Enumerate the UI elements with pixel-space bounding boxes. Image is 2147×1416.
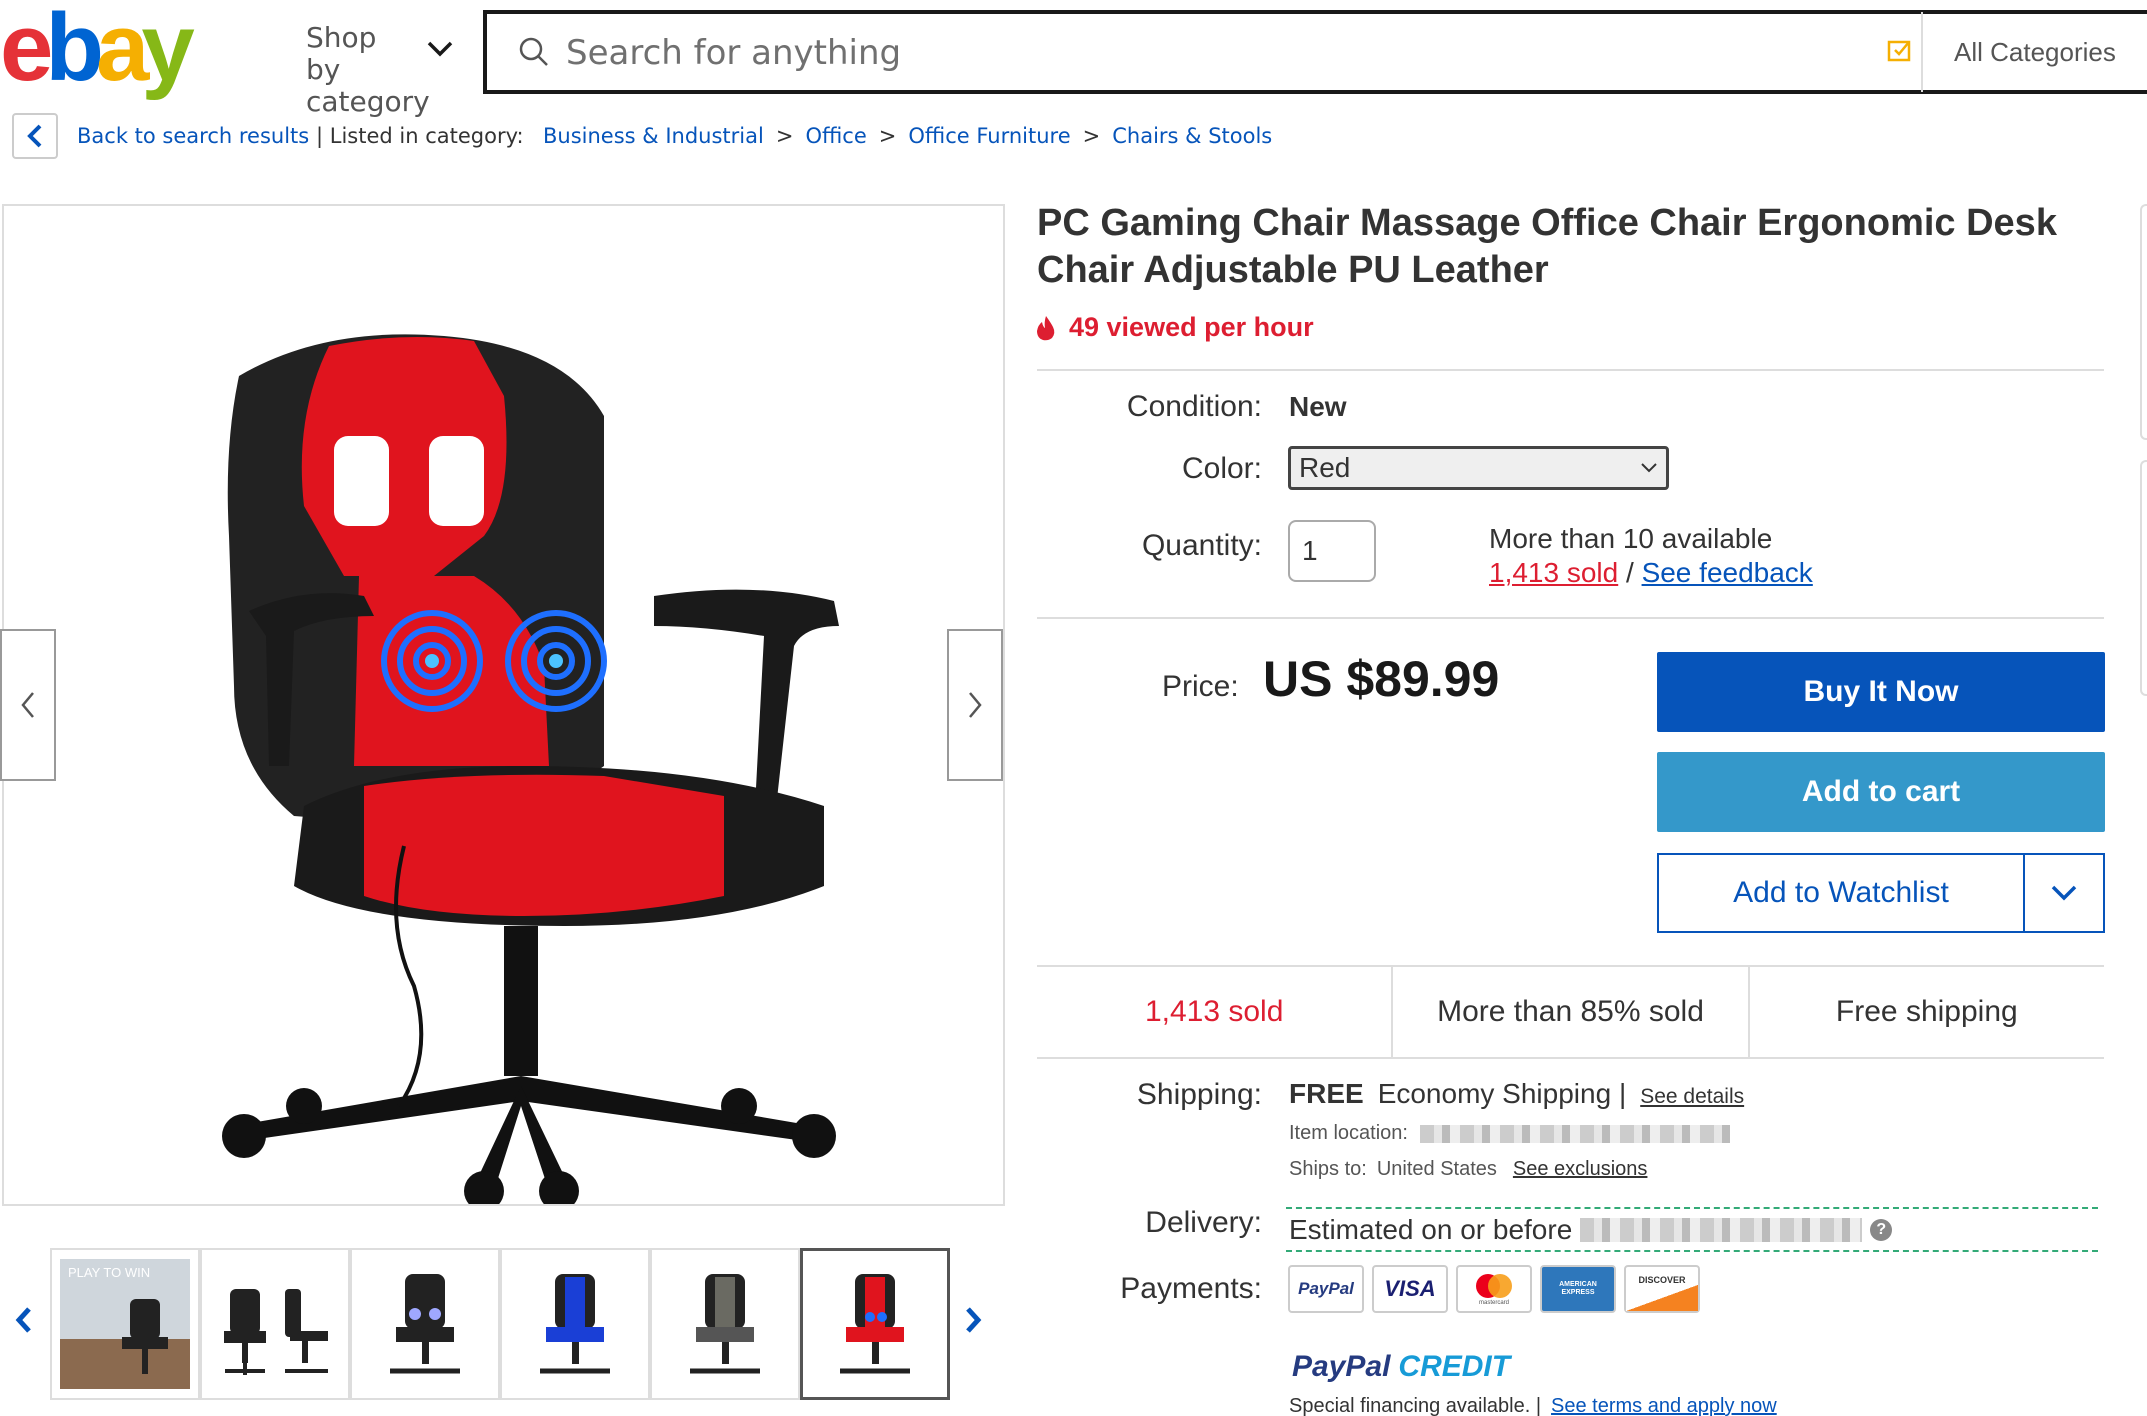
views-text: 49 viewed per hour: [1069, 312, 1314, 342]
side-panel-edge: [2140, 204, 2147, 440]
see-exclusions-link[interactable]: See exclusions: [1513, 1158, 1648, 1181]
amex-card-icon: AMERICAN EXPRESS: [1540, 1265, 1616, 1313]
chevron-down-icon[interactable]: [426, 40, 454, 63]
shipping-free: FREE: [1289, 1078, 1364, 1109]
divider: [1037, 617, 2104, 619]
condition-value: New: [1289, 391, 1347, 422]
chevron-left-icon: [15, 1307, 31, 1333]
listed-in-category-label: | Listed in category:: [316, 124, 524, 148]
breadcrumb-office-furniture[interactable]: Office Furniture: [908, 124, 1070, 148]
main-product-image[interactable]: [2, 204, 1005, 1211]
stat-sold: 1,413 sold: [1037, 967, 1394, 1057]
breadcrumb-separator: >: [1082, 124, 1101, 148]
search-input[interactable]: [566, 28, 1866, 78]
all-categories-select[interactable]: All Categories: [1954, 37, 2116, 68]
thumb-next-button[interactable]: [963, 1305, 983, 1340]
shipping-line: FREE Economy Shipping | See details: [1289, 1078, 1744, 1110]
payments-label: Payments:: [1120, 1272, 1262, 1305]
thumbnail-strip: PLAY TO WIN: [50, 1248, 950, 1400]
buy-it-now-button[interactable]: Buy It Now: [1657, 652, 2105, 732]
watchlist-button-group: Add to Watchlist: [1657, 853, 2105, 933]
thumbnail-blue-chair[interactable]: [500, 1248, 650, 1400]
price-label: Price:: [1162, 670, 1239, 703]
shipping-method: Economy Shipping |: [1377, 1078, 1627, 1109]
thumbnail-dimensions[interactable]: [200, 1248, 350, 1400]
sold-feedback-line: 1,413 sold / See feedback: [1489, 557, 1813, 589]
breadcrumb-business-industrial[interactable]: Business & Industrial: [543, 124, 764, 148]
paypal-card-icon: PayPal: [1288, 1265, 1364, 1313]
breadcrumb-separator: >: [775, 124, 794, 148]
breadcrumb-office[interactable]: Office: [805, 124, 866, 148]
thumbnail-red-chair[interactable]: [800, 1248, 950, 1400]
quantity-label: Quantity:: [1141, 529, 1262, 562]
stat-percent-sold: More than 85% sold: [1393, 967, 1750, 1057]
ships-to-label: Ships to:: [1289, 1158, 1367, 1180]
add-to-watchlist-button[interactable]: Add to Watchlist: [1659, 855, 2025, 931]
back-to-search-link[interactable]: Back to search results: [77, 124, 309, 148]
discover-card-icon: DISCOVER: [1624, 1265, 1700, 1313]
chevron-right-icon: [969, 692, 982, 718]
thumbnail-black-chair[interactable]: [350, 1248, 500, 1400]
color-selected-value: Red: [1299, 452, 1351, 483]
thumb-overlay-text: PLAY TO WIN: [68, 1265, 150, 1280]
search-divider: [1921, 12, 1923, 92]
paypal-credit-logo: PayPal CREDIT: [1292, 1350, 1511, 1383]
thumbnail-office-scene[interactable]: PLAY TO WIN: [50, 1248, 200, 1400]
financing-text: Special financing available. |: [1289, 1395, 1542, 1416]
add-to-cart-button[interactable]: Add to cart: [1657, 752, 2105, 832]
back-button[interactable]: [12, 113, 58, 159]
chevron-left-icon: [27, 124, 42, 148]
availability-text: More than 10 available: [1489, 523, 1773, 554]
delivery-text: Estimated on or before: [1289, 1213, 1573, 1245]
chevron-down-icon: [1641, 463, 1657, 473]
promo-tag-icon[interactable]: [1887, 38, 1913, 69]
image-next-button[interactable]: [947, 629, 1003, 781]
see-details-link[interactable]: See details: [1640, 1085, 1744, 1109]
financing-terms-link[interactable]: See terms and apply now: [1551, 1395, 1777, 1416]
help-icon[interactable]: ?: [1870, 1218, 1893, 1241]
color-select[interactable]: Red: [1288, 446, 1669, 490]
thumb-prev-button[interactable]: [14, 1305, 34, 1340]
shipping-label: Shipping:: [1136, 1078, 1262, 1111]
chevron-left-icon: [21, 692, 34, 718]
views-indicator: 49 viewed per hour: [1035, 312, 1314, 343]
breadcrumb-chairs-stools[interactable]: Chairs & Stools: [1112, 124, 1272, 148]
delivery-estimate: Estimated on or before ?: [1286, 1207, 2098, 1252]
delivery-date-redacted: [1580, 1217, 1863, 1242]
condition-label: Condition:: [1126, 390, 1262, 423]
sold-count-link[interactable]: 1,413 sold: [1489, 557, 1618, 588]
item-location-redacted: [1419, 1124, 1730, 1143]
chevron-right-icon: [966, 1307, 982, 1333]
svg-text:ebay: ebay: [0, 2, 194, 101]
side-panel-edge: [2140, 460, 2147, 696]
ships-to-line: Ships to: United States See exclusions: [1289, 1158, 1647, 1181]
see-feedback-link[interactable]: See feedback: [1642, 557, 1813, 588]
ebay-logo[interactable]: ebay: [0, 0, 236, 102]
color-label: Color:: [1181, 452, 1262, 485]
fire-icon: [1037, 315, 1055, 340]
ships-to-value: United States: [1376, 1158, 1497, 1180]
stat-free-shipping: Free shipping: [1835, 995, 2018, 1028]
breadcrumb: Business & Industrial > Office > Office …: [543, 124, 1272, 148]
search-icon: [518, 36, 550, 73]
item-location-label: Item location:: [1289, 1122, 1408, 1144]
delivery-label: Delivery:: [1145, 1206, 1262, 1239]
stats-bar: 1,413 sold More than 85% sold Free shipp…: [1037, 967, 2104, 1059]
quantity-input[interactable]: [1288, 520, 1376, 582]
shop-by-category[interactable]: Shop by category: [306, 22, 430, 118]
thumbnail-camo-chair[interactable]: [650, 1248, 800, 1400]
payment-methods: PayPal VISA mastercard AMERICAN EXPRESS …: [1288, 1265, 1700, 1313]
breadcrumb-separator: >: [878, 124, 897, 148]
sold-separator: /: [1626, 557, 1634, 588]
price-value: US $89.99: [1263, 651, 1500, 707]
image-prev-button[interactable]: [0, 629, 56, 781]
visa-card-icon: VISA: [1372, 1265, 1448, 1313]
product-title: PC Gaming Chair Massage Office Chair Erg…: [1037, 202, 2057, 291]
divider: [1037, 369, 2104, 371]
chevron-down-icon: [2051, 885, 2077, 901]
mastercard-card-icon: mastercard: [1456, 1265, 1532, 1313]
item-location-line: Item location:: [1289, 1122, 1730, 1145]
watchlist-dropdown-button[interactable]: [2025, 855, 2103, 931]
financing-line: Special financing available. | See terms…: [1289, 1395, 1777, 1416]
